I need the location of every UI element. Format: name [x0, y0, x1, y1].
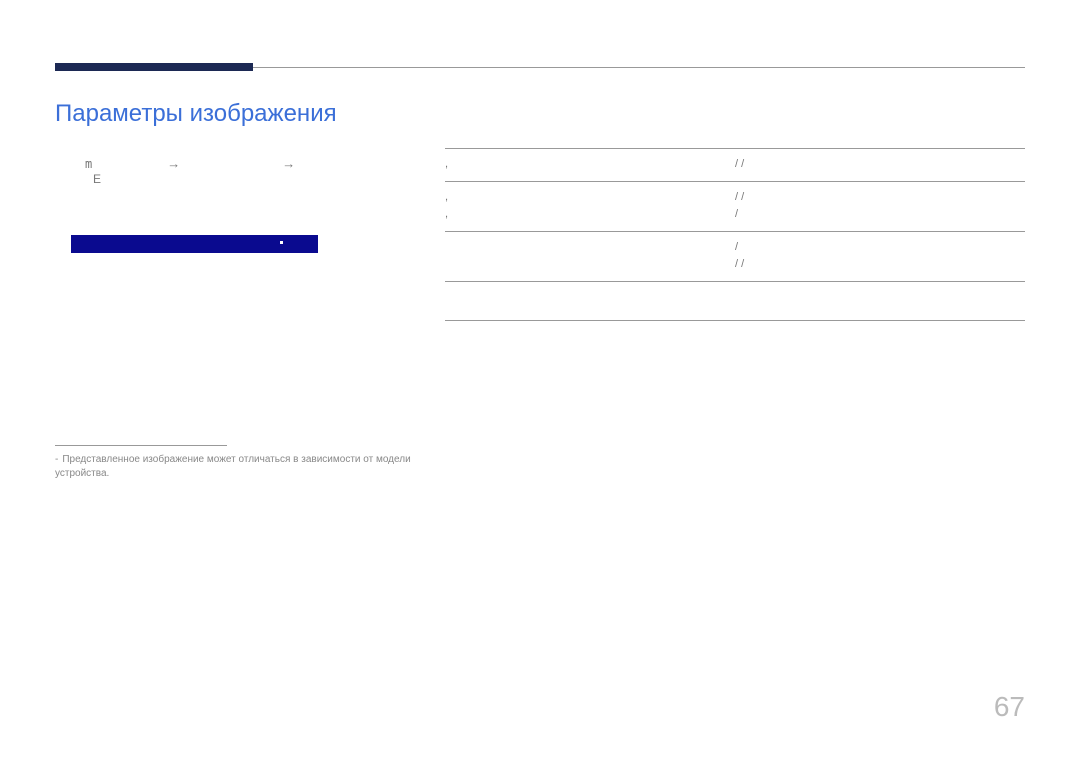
row-value: / / / [735, 239, 1025, 274]
table-row [445, 281, 1025, 321]
breadcrumb: m → → [85, 156, 295, 171]
row-label: , , [445, 189, 735, 224]
row-label [445, 289, 735, 313]
page-number: 67 [994, 691, 1025, 723]
menu-icon: m [85, 157, 90, 171]
row-label [445, 239, 735, 274]
table-row: , / / [445, 148, 1025, 181]
screenshot-highlight-bar [71, 235, 318, 253]
enter-key-label: E [93, 172, 101, 186]
arrow-icon: → [167, 156, 180, 171]
page-title: Параметры изображения [55, 100, 337, 128]
footnote-rule [55, 445, 227, 446]
row-label: , [445, 156, 735, 174]
row-value: / / / [735, 189, 1025, 224]
footnote-text: Представленное изображение может отличат… [55, 454, 411, 479]
screenshot-dot [280, 241, 283, 244]
table-row: / / / [445, 231, 1025, 281]
table-row: , , / / / [445, 181, 1025, 231]
row-value: / / [735, 156, 1025, 174]
header-stripe [55, 63, 253, 71]
row-value [735, 289, 1025, 313]
header-rule [253, 67, 1025, 68]
arrow-icon: → [282, 156, 295, 171]
footnote: -Представленное изображение может отлича… [55, 453, 425, 481]
options-table: , / / , , / / / / / / [445, 148, 1025, 321]
